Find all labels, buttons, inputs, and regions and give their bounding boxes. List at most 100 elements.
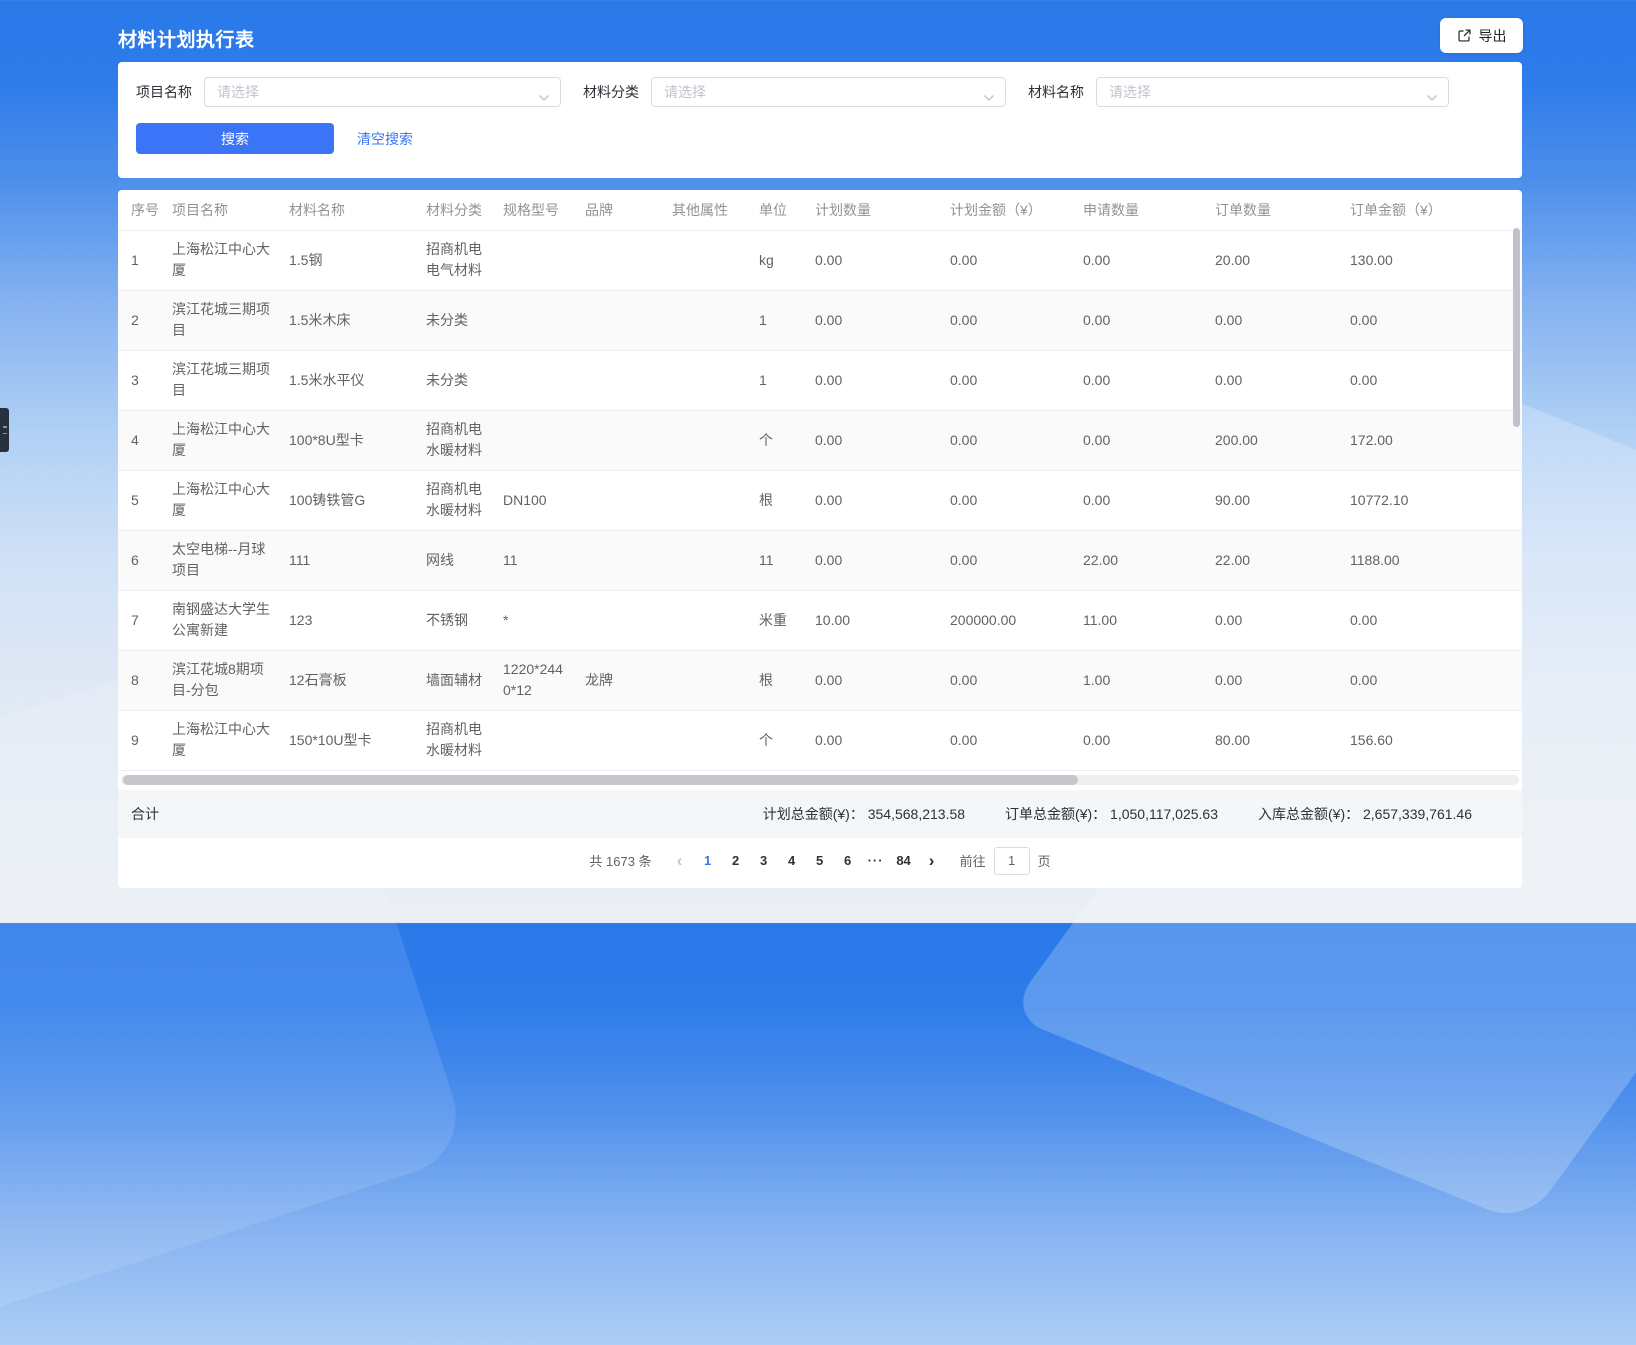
cell: 未分类 [413,350,490,410]
column-header-spec: 规格型号 [490,190,572,230]
table-row: 6太空电梯--月球项目111网线11110.000.0022.0022.0011… [118,530,1522,590]
cell [659,350,746,410]
column-header-order-qty: 订单数量 [1202,190,1337,230]
material-plan-table-panel: 序号 项目名称 材料名称 材料分类 规格型号 品牌 其他属性 单位 计划数量 计… [118,190,1522,888]
table-row: 4上海松江中心大厦100*8U型卡招商机电水暖材料个0.000.000.0020… [118,410,1522,470]
column-header-other: 其他属性 [659,190,746,230]
column-header-index: 序号 [118,190,159,230]
table-row: 3滨江花城三期项目1.5米水平仪未分类10.000.000.000.000.00 [118,350,1522,410]
cell: 招商机电电气材料 [413,230,490,290]
cell: 滨江花城三期项目 [159,290,276,350]
cell [490,290,572,350]
cell [659,590,746,650]
next-page-button[interactable]: › [918,847,946,875]
cell: 0.00 [1202,350,1337,410]
column-header-material: 材料名称 [276,190,413,230]
cell: 0.00 [1337,350,1522,410]
table-row: 1上海松江中心大厦1.5钢招商机电电气材料kg0.000.000.0020.00… [118,230,1522,290]
cell: 12石膏板 [276,650,413,710]
search-button[interactable]: 搜索 [136,123,334,154]
cell: 龙牌 [572,650,659,710]
cell: 0.00 [1070,710,1202,770]
order-total: 订单总金额(¥)： 1,050,117,025.63 [1005,804,1218,824]
material-category-label: 材料分类 [583,82,639,102]
page-button-5[interactable]: 5 [806,847,834,875]
column-header-plan-amount: 计划金额（¥） [937,190,1070,230]
cell [659,410,746,470]
cell: 80.00 [1202,710,1337,770]
page-button-4[interactable]: 4 [778,847,806,875]
cell: 个 [746,410,802,470]
cell: 1.5钢 [276,230,413,290]
material-name-label: 材料名称 [1028,82,1084,102]
cell: 0.00 [802,230,937,290]
cell: 根 [746,470,802,530]
goto-suffix: 页 [1038,851,1051,870]
cell: 20.00 [1202,230,1337,290]
page-button-2[interactable]: 2 [722,847,750,875]
cell: 0.00 [1070,350,1202,410]
vertical-scrollbar-thumb[interactable] [1513,228,1520,427]
cell: 22.00 [1070,530,1202,590]
cell: 0.00 [1202,650,1337,710]
chevron-down-icon [538,89,550,107]
cell [572,470,659,530]
cell: 130.00 [1337,230,1522,290]
cell: 90.00 [1202,470,1337,530]
cell: 0.00 [802,710,937,770]
cell: DN100 [490,470,572,530]
page-button-1[interactable]: 1 [694,847,722,875]
pagination: 共 1673 条 ‹ 1 2 3 4 5 6 ··· 84 › 前往 页 [118,838,1522,884]
page-button-84[interactable]: 84 [890,847,918,875]
cell: 123 [276,590,413,650]
cell: 100*8U型卡 [276,410,413,470]
horizontal-scrollbar-thumb[interactable] [123,775,1078,785]
cell: 未分类 [413,290,490,350]
cell: 1220*2440*12 [490,650,572,710]
material-name-select[interactable]: 请选择 [1096,77,1449,107]
more-pages-button[interactable]: ··· [862,847,890,875]
summary-row: 合计 计划总金额(¥)： 354,568,213.58 订单总金额(¥)： 1,… [118,790,1522,838]
page-button-6[interactable]: 6 [834,847,862,875]
cell: 上海松江中心大厦 [159,710,276,770]
cell: 0.00 [937,530,1070,590]
cell: 滨江花城8期项目-分包 [159,650,276,710]
cell: 上海松江中心大厦 [159,230,276,290]
cell [572,350,659,410]
cell: 150*10U型卡 [276,710,413,770]
cell: 根 [746,650,802,710]
sidebar-collapse-handle[interactable] [0,408,9,452]
page-title: 材料计划执行表 [118,25,255,52]
page-button-3[interactable]: 3 [750,847,778,875]
column-header-plan-qty: 计划数量 [802,190,937,230]
cell: 0.00 [1070,230,1202,290]
cell: 0.00 [1202,590,1337,650]
cell: 2 [118,290,159,350]
prev-page-button[interactable]: ‹ [666,847,694,875]
cell: 网线 [413,530,490,590]
cell: 个 [746,710,802,770]
cell: 0.00 [937,650,1070,710]
material-category-select[interactable]: 请选择 [651,77,1006,107]
table-row: 2滨江花城三期项目1.5米木床未分类10.000.000.000.000.00 [118,290,1522,350]
cell: 8 [118,650,159,710]
cell: 墙面辅材 [413,650,490,710]
cell [659,290,746,350]
export-button[interactable]: 导出 [1440,18,1523,53]
summary-label: 合计 [131,804,159,824]
cell: 1188.00 [1337,530,1522,590]
material-name-placeholder: 请选择 [1109,82,1151,102]
cell: 0.00 [937,230,1070,290]
cell: 招商机电水暖材料 [413,710,490,770]
clear-search-link[interactable]: 清空搜索 [357,129,413,149]
cell: 0.00 [1070,290,1202,350]
column-header-category: 材料分类 [413,190,490,230]
cell: 0.00 [937,290,1070,350]
cell [572,590,659,650]
cell: 1 [118,230,159,290]
goto-page-input[interactable] [994,847,1030,875]
cell: 0.00 [802,290,937,350]
table-row: 9上海松江中心大厦150*10U型卡招商机电水暖材料个0.000.000.008… [118,710,1522,770]
cell [572,530,659,590]
project-name-select[interactable]: 请选择 [204,77,561,107]
